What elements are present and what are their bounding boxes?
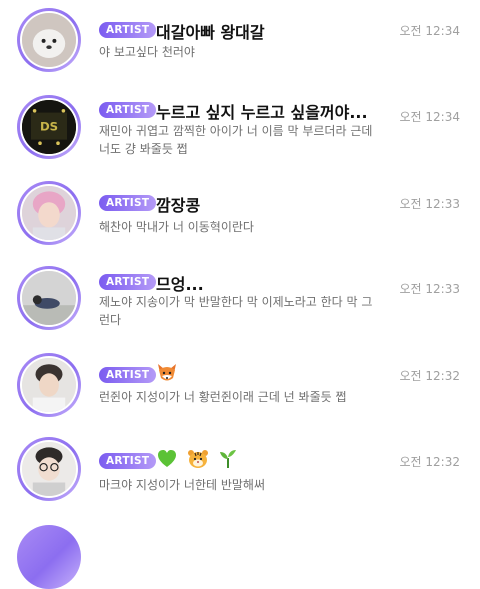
avatar xyxy=(17,8,81,72)
timestamp: 오전 12:34 xyxy=(399,24,460,38)
sprout-icon xyxy=(217,448,239,474)
avatar xyxy=(17,437,81,501)
chat-row[interactable]: ARTIST 오전 12:32 런쥔아 지성이가 너 황런쥔이래 근데 넌 봐줄… xyxy=(0,346,480,432)
chat-title: 깜장콩 xyxy=(156,196,201,215)
chat-title: 므엉... xyxy=(156,275,204,294)
chat-row[interactable]: ARTIST 대갈아빠 왕대갈 오전 12:34 야 보고싶다 천러야 xyxy=(0,0,480,86)
tiger-icon xyxy=(187,448,209,474)
timestamp: 오전 12:33 xyxy=(399,282,460,296)
last-message: 마크야 지성이가 너한테 반말해써 xyxy=(99,478,266,492)
last-message: 제노야 지송이가 막 반말한다 막 이제노라고 한다 막 그런다 xyxy=(99,295,373,327)
green-heart-icon xyxy=(156,448,178,474)
artist-badge: ARTIST xyxy=(99,367,157,383)
last-message: 재민아 귀엽고 깜찍한 아이가 너 이름 막 부르더라 근데 너도 걍 봐줄듯 … xyxy=(99,124,373,156)
timestamp: 오전 12:32 xyxy=(399,369,460,383)
chat-title: 누르고 싶지 누르고 싶을꺼야... xyxy=(156,103,368,122)
last-message: 야 보고싶다 천러야 xyxy=(99,45,195,59)
chat-title xyxy=(156,362,178,388)
fox-icon xyxy=(156,362,178,388)
artist-badge: ARTIST xyxy=(99,274,157,290)
artist-badge: ARTIST xyxy=(99,102,157,118)
avatar xyxy=(17,266,81,330)
artist-badge: ARTIST xyxy=(99,195,157,211)
avatar: DS xyxy=(17,95,81,159)
timestamp: 오전 12:32 xyxy=(399,455,460,469)
timestamp: 오전 12:34 xyxy=(399,110,460,124)
last-message: 런쥔아 지성이가 너 황런쥔이래 근데 넌 봐줄듯 쩝 xyxy=(99,390,347,404)
last-message: 해찬아 막내가 너 이동혁이란다 xyxy=(99,220,254,234)
timestamp: 오전 12:33 xyxy=(399,197,460,211)
svg-text:DS: DS xyxy=(40,120,58,134)
chat-row[interactable] xyxy=(0,518,480,589)
chat-title xyxy=(156,448,239,474)
chat-row[interactable]: ARTIST 오전 12:32 마크야 지성이가 너한테 반말해써 xyxy=(0,432,480,518)
artist-badge: ARTIST xyxy=(99,453,157,469)
avatar xyxy=(17,181,81,245)
chat-title: 대갈아빠 왕대갈 xyxy=(156,23,265,42)
chat-row[interactable]: ARTIST 므엉... 오전 12:33 제노야 지송이가 막 반말한다 막 … xyxy=(0,258,480,346)
artist-badge: ARTIST xyxy=(99,22,157,38)
chat-row[interactable]: DS ARTIST 누르고 싶지 누르고 싶을꺼야... 오전 12:34 재민… xyxy=(0,86,480,172)
avatar xyxy=(17,525,81,589)
avatar xyxy=(17,353,81,417)
chat-row[interactable]: ARTIST 깜장콩 오전 12:33 해찬아 막내가 너 이동혁이란다 xyxy=(0,172,480,258)
